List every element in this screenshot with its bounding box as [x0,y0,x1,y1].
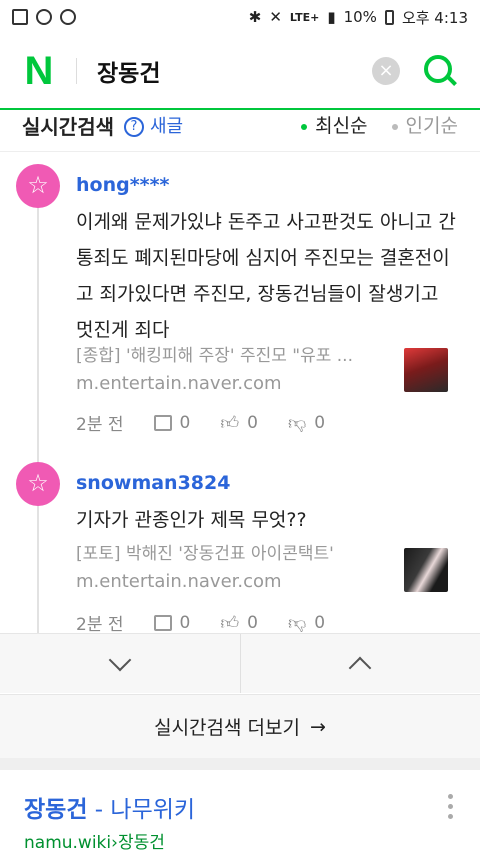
mute-icon: ✕ [269,8,282,26]
breadcrumb-chevron-icon: › [111,833,118,853]
cloud-icon [36,9,52,25]
previous-button[interactable] [239,634,480,693]
sort-options: 최신순 인기순 [301,111,458,138]
play-icon [60,9,76,25]
news-thumbnail[interactable] [404,348,448,392]
post-time: 2분 전 [76,615,124,633]
post-author[interactable]: snowman3824 [76,472,230,494]
battery-icon [384,9,394,25]
gallery-icon [12,9,28,25]
search-button[interactable] [422,53,458,89]
feed-navigation [0,633,480,693]
sort-popular-label: 인기순 [405,115,458,137]
status-bar: ✱ ✕ LTE+ ▮ 10% 오후 4:13 [0,0,480,34]
search-input[interactable]: 장동건 [97,54,372,88]
header-divider [76,58,77,84]
clear-search-button[interactable]: × [372,57,400,85]
post-text: 이게왜 문제가있냐 돈주고 사고판것도 아니고 간통죄도 폐지된마당에 심지어 … [76,211,456,341]
comment-count: 0 [179,612,191,633]
comment-icon[interactable] [153,614,172,631]
post-time: 2분 전 [76,415,124,435]
post-meta: 2분 전 0 👍︎ 0 👎︎ 0 [76,410,326,436]
source-link[interactable]: [포토] 박해진 '장동건표 아이콘택트' m.entertain.naver.… [76,540,386,596]
naver-logo[interactable]: N [22,51,56,91]
signal-icon: ▮ [327,8,336,26]
dislike-count: 0 [314,412,326,433]
search-header: N 장동건 × [0,34,480,110]
post-text: 기자가 관종인가 제목 무엇?? [76,509,307,531]
bluetooth-icon: ✱ [248,8,262,26]
more-options-icon[interactable] [448,794,456,819]
dislike-count: 0 [314,612,326,633]
result-keyword: 장동건 [24,797,88,823]
post-author[interactable]: hong**** [76,174,169,196]
status-notifications [12,9,76,25]
avatar[interactable]: ☆ [16,164,60,208]
status-system: ✱ ✕ LTE+ ▮ 10% 오후 4:13 [249,7,468,28]
chevron-down-icon [108,648,132,671]
like-count: 0 [247,412,258,433]
more-label: 실시간검색 더보기 [154,717,300,739]
sort-popular-tab[interactable]: 인기순 [391,111,458,138]
comment-icon[interactable] [153,414,172,431]
search-result-card[interactable]: 장동건 - 나무위키 namu.wiki›장동건 [0,770,480,853]
realtime-more-button[interactable]: 실시간검색 더보기 → [0,694,480,758]
result-title-link[interactable]: 장동건 - 나무위키 [24,790,195,824]
selected-dot-icon [301,123,308,130]
like-icon[interactable]: 👍︎ [220,412,239,434]
like-count: 0 [247,612,258,633]
source-url: m.entertain.naver.com [76,571,282,592]
search-icon-handle [447,76,457,86]
sort-latest-label: 최신순 [315,115,368,137]
network-type: LTE+ [289,10,320,24]
battery-percent: 10% [343,8,377,26]
clock: 오후 4:13 [401,8,468,27]
result-title-suffix: - 나무위키 [87,797,196,823]
dislike-icon[interactable]: 👎︎ [288,412,306,434]
help-icon[interactable]: ? [124,116,144,137]
dislike-icon[interactable]: 👎︎ [288,612,306,634]
source-title: [포토] 박해진 '장동건표 아이콘택트' [76,544,334,564]
section-divider [0,758,480,770]
post-meta: 2분 전 0 👍︎ 0 👎︎ 0 [76,610,326,634]
refresh-new-posts-link[interactable]: 새글 [150,112,183,138]
realtime-section-header: 실시간검색 ? 새글 최신순 인기순 [0,110,480,152]
source-url: m.entertain.naver.com [76,373,282,394]
timeline-line [37,192,39,633]
chevron-up-icon [348,656,372,679]
like-icon[interactable]: 👍︎ [220,612,239,634]
result-url-domain: namu.wiki [24,833,112,853]
result-url[interactable]: namu.wiki›장동건 [24,828,165,853]
source-link[interactable]: [종합] '해킹피해 주장' 주진모 "유포 ... m.entertain.n… [76,342,386,398]
realtime-feed[interactable]: ☆ hong**** 이게왜 문제가있냐 돈주고 사고판것도 아니고 간통죄도 … [0,152,480,633]
source-title: [종합] '해킹피해 주장' 주진모 "유포 ... [76,346,353,366]
arrow-right-icon: → [309,715,326,738]
result-url-path: 장동건 [117,833,165,853]
next-button[interactable] [0,634,240,693]
news-thumbnail[interactable] [404,548,448,592]
section-title: 실시간검색 [22,115,114,139]
sort-latest-tab[interactable]: 최신순 [301,111,368,138]
unselected-dot-icon [391,123,398,130]
avatar[interactable]: ☆ [16,462,60,506]
comment-count: 0 [179,412,191,433]
